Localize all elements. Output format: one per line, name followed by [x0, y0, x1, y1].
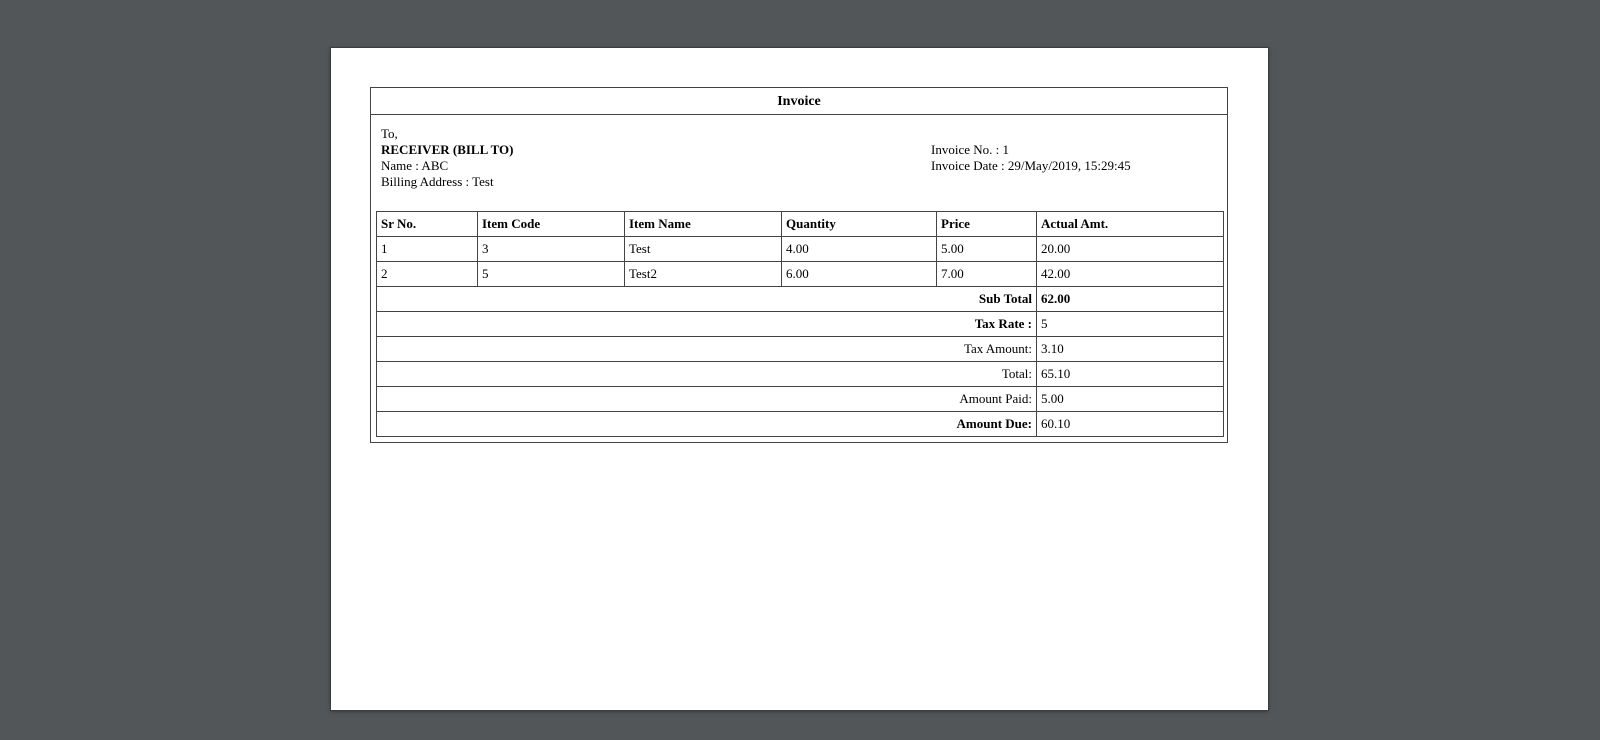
pdf-viewer: Invoice To, RECEIVER (BILL TO) Name : AB… [0, 0, 1600, 740]
tax-amount-label: Tax Amount: [376, 336, 1037, 362]
bill-to-block: To, RECEIVER (BILL TO) Name : ABC Billin… [381, 126, 513, 190]
column-header-price: Price [936, 211, 1037, 237]
cell-price: 5.00 [936, 236, 1037, 262]
cell-actual-amt: 20.00 [1036, 236, 1224, 262]
summary-row-sub-total: Sub Total 62.00 [376, 286, 1224, 312]
amount-due-label: Amount Due: [376, 411, 1037, 437]
invoice-title: Invoice [371, 88, 1227, 115]
invoice-header: To, RECEIVER (BILL TO) Name : ABC Billin… [371, 115, 1227, 211]
column-header-sr-no: Sr No. [376, 211, 478, 237]
items-table: Sr No. Item Code Item Name Quantity Pric… [376, 211, 1224, 437]
billing-address: Billing Address : Test [381, 174, 494, 189]
summary-row-total: Total: 65.10 [376, 361, 1224, 387]
cell-sr-no: 2 [376, 261, 478, 287]
cell-item-name: Test2 [624, 261, 782, 287]
tax-rate-value: 5 [1036, 311, 1224, 337]
column-header-item-name: Item Name [624, 211, 782, 237]
cell-sr-no: 1 [376, 236, 478, 262]
pdf-page: Invoice To, RECEIVER (BILL TO) Name : AB… [331, 48, 1268, 710]
invoice-number: Invoice No. : 1 [931, 142, 1009, 157]
cell-quantity: 6.00 [781, 261, 937, 287]
amount-paid-label: Amount Paid: [376, 386, 1037, 412]
cell-actual-amt: 42.00 [1036, 261, 1224, 287]
cell-item-name: Test [624, 236, 782, 262]
column-header-item-code: Item Code [477, 211, 625, 237]
sub-total-value: 62.00 [1036, 286, 1224, 312]
cell-quantity: 4.00 [781, 236, 937, 262]
to-label: To, [381, 126, 398, 141]
table-row: 2 5 Test2 6.00 7.00 42.00 [376, 261, 1224, 287]
column-header-actual-amt: Actual Amt. [1036, 211, 1224, 237]
summary-row-amount-paid: Amount Paid: 5.00 [376, 386, 1224, 412]
receiver-heading: RECEIVER (BILL TO) [381, 142, 514, 157]
invoice-meta: Invoice No. : 1 Invoice Date : 29/May/20… [931, 142, 1131, 174]
table-header-row: Sr No. Item Code Item Name Quantity Pric… [376, 211, 1224, 237]
summary-row-tax-amount: Tax Amount: 3.10 [376, 336, 1224, 362]
amount-due-value: 60.10 [1036, 411, 1224, 437]
sub-total-label: Sub Total [376, 286, 1037, 312]
cell-item-code: 3 [477, 236, 625, 262]
receiver-name: Name : ABC [381, 158, 449, 173]
table-row: 1 3 Test 4.00 5.00 20.00 [376, 236, 1224, 262]
cell-price: 7.00 [936, 261, 1037, 287]
cell-item-code: 5 [477, 261, 625, 287]
summary-row-amount-due: Amount Due: 60.10 [376, 411, 1224, 437]
total-value: 65.10 [1036, 361, 1224, 387]
summary-row-tax-rate: Tax Rate : 5 [376, 311, 1224, 337]
invoice-box: Invoice To, RECEIVER (BILL TO) Name : AB… [370, 87, 1228, 443]
invoice-date: Invoice Date : 29/May/2019, 15:29:45 [931, 158, 1131, 173]
tax-rate-label: Tax Rate : [376, 311, 1037, 337]
total-label: Total: [376, 361, 1037, 387]
amount-paid-value: 5.00 [1036, 386, 1224, 412]
column-header-quantity: Quantity [781, 211, 937, 237]
tax-amount-value: 3.10 [1036, 336, 1224, 362]
